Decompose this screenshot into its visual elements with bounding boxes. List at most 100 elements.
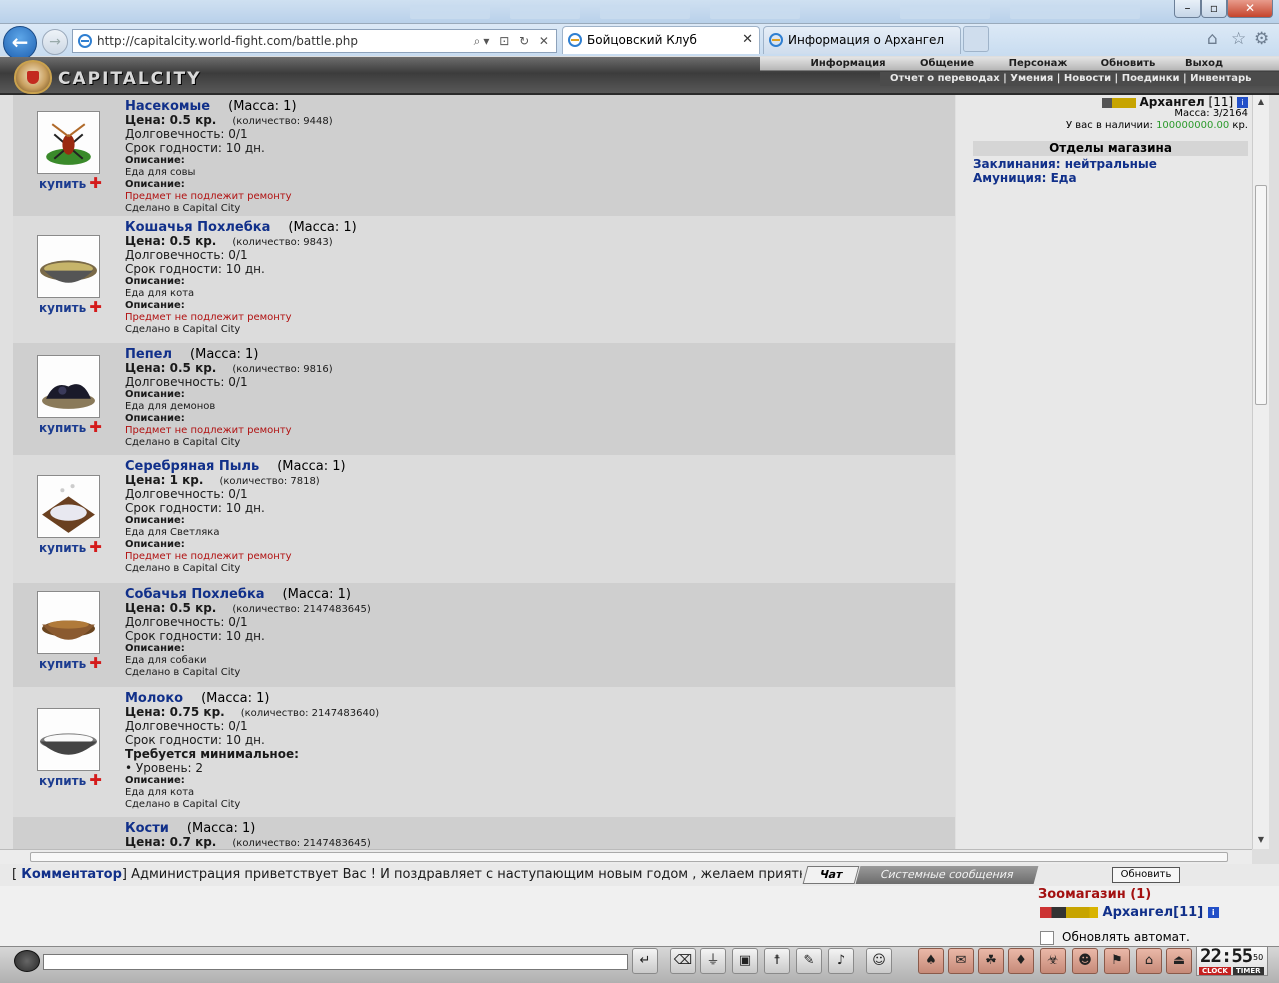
window-title-bar: – ▫ ✕ bbox=[0, 0, 1279, 24]
clock-label[interactable]: CLOCK bbox=[1199, 967, 1231, 975]
save-icon[interactable]: ▣ bbox=[732, 948, 758, 974]
dept-link-spells[interactable]: Заклинания: нейтральные bbox=[973, 157, 1157, 171]
item-name-link[interactable]: Насекомые bbox=[125, 99, 210, 114]
item-durability: Долговечность: 0/1 bbox=[125, 615, 248, 629]
item-description-label: Описание: bbox=[125, 413, 185, 424]
address-tools-icon[interactable]: ⌕▾ ⊡ ↻ ✕ bbox=[474, 30, 552, 52]
item-name-link[interactable]: Серебряная Пыль bbox=[125, 459, 259, 474]
beast-icon[interactable]: ☣ bbox=[1040, 948, 1066, 974]
item-name-link[interactable]: Пепел bbox=[125, 347, 172, 362]
address-text: http://capitalcity.world-fight.com/battl… bbox=[97, 34, 358, 48]
submenu-links[interactable]: Отчет о переводах | Умения | Новости | П… bbox=[890, 72, 1251, 86]
menu-exit[interactable]: Выход bbox=[1178, 57, 1230, 71]
pet-icon[interactable]: ☘ bbox=[978, 948, 1004, 974]
item-name-link[interactable]: Кошачья Похлебка bbox=[125, 220, 270, 235]
refresh-button[interactable]: Обновить bbox=[1112, 867, 1180, 883]
buy-label: купить bbox=[39, 657, 87, 671]
buy-button[interactable]: купить ✚ bbox=[39, 418, 102, 436]
item-no-repair: Предмет не подлежит ремонту bbox=[125, 312, 292, 323]
item-quantity: (количество: 9816) bbox=[232, 364, 333, 375]
address-bar[interactable]: http://capitalcity.world-fight.com/battl… bbox=[72, 29, 557, 53]
sound-icon[interactable]: ♪ bbox=[828, 948, 854, 974]
buy-button[interactable]: купить ✚ bbox=[39, 176, 102, 192]
item-name-link[interactable]: Молоко bbox=[125, 691, 183, 706]
item-name-link[interactable]: Собачья Похлебка bbox=[125, 587, 265, 602]
plus-icon: ✚ bbox=[89, 298, 102, 316]
eraser-icon[interactable]: ⌫ bbox=[670, 948, 696, 974]
filter-icon[interactable]: ⏚ bbox=[700, 948, 726, 974]
money-unit: кр. bbox=[1232, 120, 1248, 131]
buy-button[interactable]: купить ✚ bbox=[39, 540, 102, 556]
new-tab-button[interactable] bbox=[963, 26, 989, 52]
item-expiry: Срок годности: 10 дн. bbox=[125, 141, 265, 155]
tab-fight-club[interactable]: Бойцовский Клуб ✕ bbox=[562, 26, 760, 54]
emote-menu-icon[interactable] bbox=[14, 950, 40, 972]
user-info-icon[interactable]: i bbox=[1237, 97, 1248, 108]
flag-icon[interactable]: ⚑ bbox=[1104, 948, 1130, 974]
plus-icon: ✚ bbox=[89, 418, 102, 436]
chat-text: ] Администрация приветствует Вас ! И поз… bbox=[121, 867, 802, 882]
item-made-in: Сделано в Capital City bbox=[125, 667, 241, 678]
item-name-line: Насекомые (Масса: 1) bbox=[125, 99, 297, 114]
back-button[interactable]: ← bbox=[3, 26, 37, 60]
smiley-icon[interactable]: ☺ bbox=[866, 948, 892, 974]
tab-chat[interactable]: Чат bbox=[802, 866, 860, 884]
house-icon[interactable]: ⌂ bbox=[1136, 948, 1162, 974]
scroll-down-icon[interactable]: ▼ bbox=[1253, 835, 1269, 844]
menu-character[interactable]: Персонаж bbox=[1000, 57, 1076, 71]
scroll-icon[interactable]: ✉ bbox=[948, 948, 974, 974]
shield-icon[interactable]: ♦ bbox=[1008, 948, 1034, 974]
send-icon[interactable]: ↵ bbox=[632, 948, 658, 974]
buy-label: купить bbox=[39, 421, 87, 435]
room-user-name[interactable]: Архангел[11] bbox=[1103, 905, 1204, 920]
user-line: Архангел [11] i bbox=[1101, 95, 1248, 109]
vertical-scrollbar[interactable]: ▲ ▼ bbox=[1252, 95, 1269, 849]
forward-button[interactable]: → bbox=[42, 29, 68, 55]
dept-link-food[interactable]: Амуниция: Еда bbox=[973, 171, 1077, 185]
item-food-type: Еда для кота bbox=[125, 787, 195, 798]
close-tab-icon[interactable]: ✕ bbox=[742, 27, 753, 53]
item-image[interactable] bbox=[37, 111, 100, 174]
chat-author-link[interactable]: Комментатор bbox=[21, 867, 122, 882]
item-image[interactable] bbox=[37, 235, 100, 298]
buy-button[interactable]: купить ✚ bbox=[39, 656, 102, 672]
menu-chat[interactable]: Общение bbox=[912, 57, 982, 71]
home-icon[interactable]: ⌂ bbox=[1207, 29, 1218, 49]
tab-info-archangel[interactable]: Информация о Архангел bbox=[763, 26, 961, 54]
buy-button[interactable]: купить ✚ bbox=[39, 298, 102, 316]
settings-gear-icon[interactable]: ⚙ bbox=[1254, 29, 1269, 49]
buy-button[interactable]: купить ✚ bbox=[39, 773, 102, 789]
item-image[interactable] bbox=[37, 591, 100, 654]
close-window-button[interactable]: ✕ bbox=[1227, 0, 1273, 18]
item-name-line: Серебряная Пыль (Масса: 1) bbox=[125, 459, 346, 474]
walk-icon[interactable]: ☨ bbox=[764, 948, 790, 974]
user-info-icon[interactable]: i bbox=[1207, 907, 1219, 918]
bag-icon[interactable]: ♠ bbox=[918, 948, 944, 974]
money-label: У вас в наличии: bbox=[1066, 120, 1153, 131]
favorites-star-icon[interactable]: ☆ bbox=[1231, 29, 1246, 49]
menu-info[interactable]: Информация bbox=[808, 57, 888, 71]
clock-widget: 22:55 50 CLOCK TIMER bbox=[1196, 945, 1268, 976]
item-image[interactable] bbox=[37, 708, 100, 771]
item-description-label: Описание: bbox=[125, 539, 185, 550]
user-name[interactable]: Архангел bbox=[1140, 95, 1205, 109]
exit-icon[interactable]: ⏏ bbox=[1166, 948, 1192, 974]
chat-input[interactable] bbox=[43, 954, 628, 970]
item-image[interactable] bbox=[37, 475, 100, 538]
auto-refresh-checkbox[interactable] bbox=[1040, 930, 1054, 945]
scroll-up-icon[interactable]: ▲ bbox=[1253, 97, 1269, 106]
item-description-label: Описание: bbox=[125, 276, 185, 287]
minimize-button[interactable]: – bbox=[1174, 0, 1201, 18]
item-image[interactable] bbox=[37, 355, 100, 418]
item-name-link[interactable]: Кости bbox=[125, 821, 169, 836]
h-scroll-thumb[interactable] bbox=[30, 852, 1228, 862]
tab-label: Информация о Архангел bbox=[788, 33, 945, 47]
menu-refresh[interactable]: Обновить bbox=[1090, 57, 1166, 71]
tab-system-messages[interactable]: Системные сообщения bbox=[855, 866, 1039, 884]
face-icon[interactable]: ☻ bbox=[1072, 948, 1098, 974]
maximize-button[interactable]: ▫ bbox=[1201, 0, 1227, 18]
timer-label[interactable]: TIMER bbox=[1233, 967, 1264, 975]
horizontal-scrollbar[interactable] bbox=[0, 849, 1252, 864]
private-icon[interactable]: ✎ bbox=[796, 948, 822, 974]
scroll-thumb[interactable] bbox=[1255, 185, 1267, 405]
